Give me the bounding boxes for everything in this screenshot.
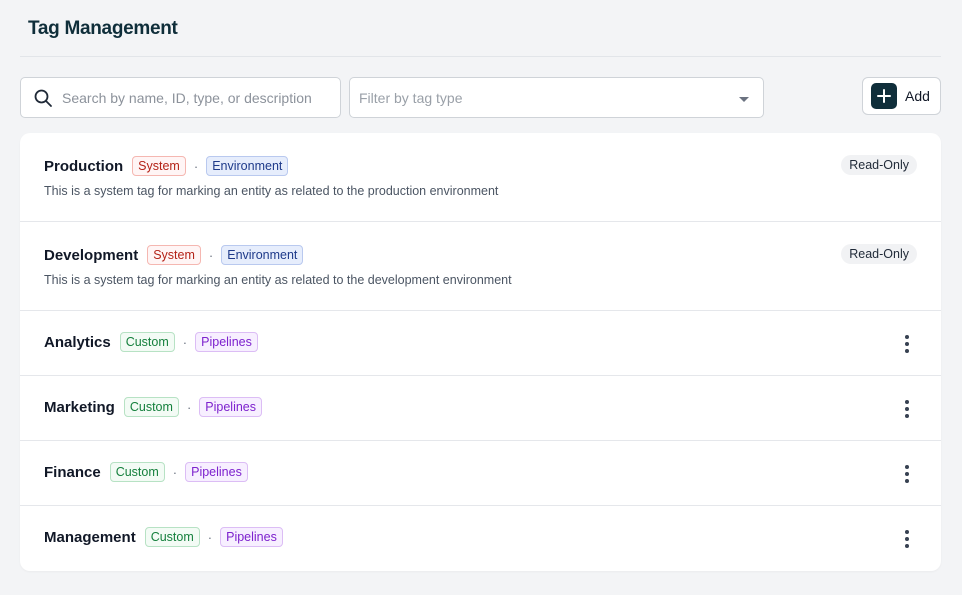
tag-row-header: Analytics Custom · Pipelines [44,332,258,352]
badge-separator: · [207,529,213,545]
kebab-icon[interactable] [895,463,919,485]
kebab-icon[interactable] [895,333,919,355]
tag-category-badge: Environment [206,156,289,176]
chevron-down-icon[interactable] [739,96,749,102]
tag-row-header: Production System · Environment [44,156,289,176]
tag-name: Management [44,528,136,546]
tag-category-badge: Environment [221,245,304,265]
tag-kind-badge: Custom [109,462,165,482]
header-divider [20,56,941,57]
tag-row-header: Development System · Environment [44,245,304,265]
page-title: Tag Management [28,18,178,39]
tag-row-production[interactable]: Production System · Environment This is … [20,133,941,222]
tag-category-badge: Pipelines [220,527,283,547]
tag-kind-badge: Custom [119,332,175,352]
tag-row-header: Management Custom · Pipelines [44,527,283,547]
badge-separator: · [193,158,199,174]
tag-name: Development [44,246,139,264]
add-button-label: Add [905,88,930,104]
kebab-icon[interactable] [895,398,919,420]
badge-separator: · [208,247,214,263]
read-only-badge: Read-Only [841,244,917,264]
tag-row-development[interactable]: Development System · Environment This is… [20,222,941,311]
search-box[interactable] [20,77,341,118]
badge-separator: · [172,464,178,480]
tag-name: Production [44,157,124,175]
tag-list: Production System · Environment This is … [20,133,941,571]
search-icon [34,89,52,107]
kebab-icon[interactable] [895,528,919,550]
search-input[interactable] [62,89,322,106]
tag-name: Finance [44,463,101,481]
tag-kind-badge: System [147,245,201,265]
tag-row-header: Finance Custom · Pipelines [44,462,248,482]
badge-separator: · [186,399,192,415]
tag-kind-badge: Custom [144,527,200,547]
tag-category-badge: Pipelines [185,462,248,482]
tag-name: Marketing [44,398,115,416]
tag-description: This is a system tag for marking an enti… [44,184,499,198]
tag-row-header: Marketing Custom · Pipelines [44,397,263,417]
tag-kind-badge: System [132,156,186,176]
tag-type-filter[interactable]: Filter by tag type [349,77,764,118]
tag-category-badge: Pipelines [195,332,258,352]
badge-separator: · [182,334,188,350]
tag-description: This is a system tag for marking an enti… [44,273,512,287]
add-tag-button[interactable]: Add [862,77,941,115]
tag-row-marketing[interactable]: Marketing Custom · Pipelines [20,376,941,441]
tag-row-analytics[interactable]: Analytics Custom · Pipelines [20,311,941,376]
tag-name: Analytics [44,333,111,351]
tag-row-management[interactable]: Management Custom · Pipelines [20,506,941,571]
tag-category-badge: Pipelines [199,397,263,417]
tag-kind-badge: Custom [123,397,179,417]
tag-row-finance[interactable]: Finance Custom · Pipelines [20,441,941,506]
plus-icon [871,83,897,109]
filter-placeholder: Filter by tag type [359,89,463,106]
tag-management-page: Tag Management Filter by tag type Add Pr… [0,0,962,595]
read-only-badge: Read-Only [841,155,917,175]
